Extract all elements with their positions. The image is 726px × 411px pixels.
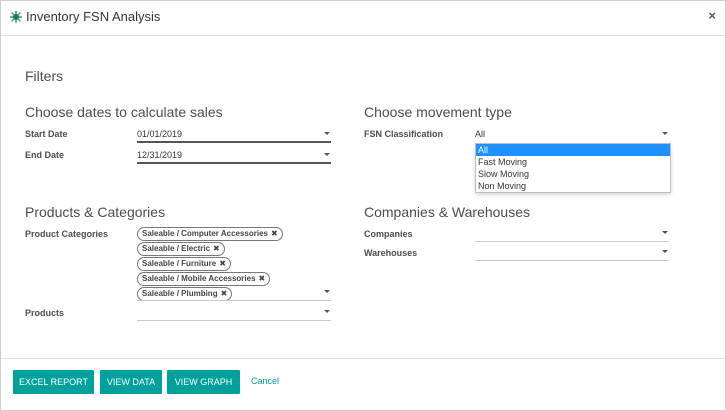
- dialog: Inventory FSN Analysis × Filters Choose …: [0, 0, 726, 411]
- option-non-moving[interactable]: Non Moving: [476, 180, 670, 192]
- dialog-title: Inventory FSN Analysis: [26, 9, 161, 24]
- dialog-header: Inventory FSN Analysis ×: [1, 1, 725, 36]
- category-tag: Saleable / Electric ✖: [137, 242, 225, 256]
- filters-heading: Filters: [25, 68, 64, 84]
- fsn-classification-select[interactable]: All: [475, 127, 669, 143]
- tag-remove-icon[interactable]: ✖: [259, 274, 266, 283]
- product-categories-label: Product Categories: [25, 229, 109, 239]
- products-label: Products: [25, 308, 65, 318]
- category-tag-label: Saleable / Furniture: [142, 259, 217, 268]
- companies-heading: Companies & Warehouses: [364, 204, 531, 220]
- warehouses-label: Warehouses: [364, 248, 418, 258]
- tag-remove-icon[interactable]: ✖: [271, 229, 278, 238]
- caret-down-icon: [662, 132, 668, 135]
- caret-down-icon: [662, 231, 668, 234]
- view-data-button[interactable]: VIEW DATA: [100, 370, 162, 394]
- products-heading: Products & Categories: [25, 204, 166, 220]
- category-tag-label: Saleable / Computer Accessories: [142, 229, 268, 238]
- companies-field[interactable]: [475, 226, 669, 242]
- movement-heading: Choose movement type: [364, 104, 512, 120]
- category-tag: Saleable / Mobile Accessories ✖: [137, 272, 271, 286]
- start-date-value: 01/01/2019: [137, 129, 183, 139]
- dialog-body: [1, 36, 725, 359]
- companies-label: Companies: [364, 229, 413, 239]
- products-field[interactable]: [137, 305, 331, 321]
- caret-down-icon: [324, 290, 330, 293]
- category-tag: Saleable / Computer Accessories ✖: [137, 227, 283, 241]
- category-tag: Saleable / Furniture ✖: [137, 257, 231, 271]
- inventory-app-icon: [10, 11, 22, 23]
- fsn-classification-value: All: [475, 129, 486, 139]
- caret-down-icon: [324, 132, 330, 135]
- category-tag-label: Saleable / Mobile Accessories: [142, 274, 256, 283]
- option-slow-moving[interactable]: Slow Moving: [476, 168, 670, 180]
- option-fast-moving[interactable]: Fast Moving: [476, 156, 670, 168]
- fsn-classification-dropdown: All Fast Moving Slow Moving Non Moving: [475, 143, 671, 193]
- fsn-classification-label: FSN Classification: [364, 129, 444, 139]
- dates-heading: Choose dates to calculate sales: [25, 104, 223, 120]
- cancel-button[interactable]: Cancel: [251, 376, 279, 386]
- tag-remove-icon[interactable]: ✖: [213, 244, 220, 253]
- option-all[interactable]: All: [476, 144, 670, 156]
- view-graph-button[interactable]: VIEW GRAPH: [167, 370, 240, 394]
- end-date-field[interactable]: 12/31/2019: [137, 148, 331, 164]
- end-date-label: End Date: [25, 150, 65, 160]
- caret-down-icon: [324, 153, 330, 156]
- product-categories-field[interactable]: [137, 285, 331, 301]
- tag-remove-icon[interactable]: ✖: [219, 259, 226, 268]
- start-date-field[interactable]: 01/01/2019: [137, 127, 331, 143]
- end-date-value: 12/31/2019: [137, 150, 183, 160]
- close-icon[interactable]: ×: [708, 8, 716, 23]
- start-date-label: Start Date: [25, 129, 68, 139]
- caret-down-icon: [662, 250, 668, 253]
- warehouses-field[interactable]: [475, 245, 669, 261]
- caret-down-icon: [324, 310, 330, 313]
- category-tag-label: Saleable / Electric: [142, 244, 211, 253]
- excel-report-button[interactable]: EXCEL REPORT: [13, 370, 94, 394]
